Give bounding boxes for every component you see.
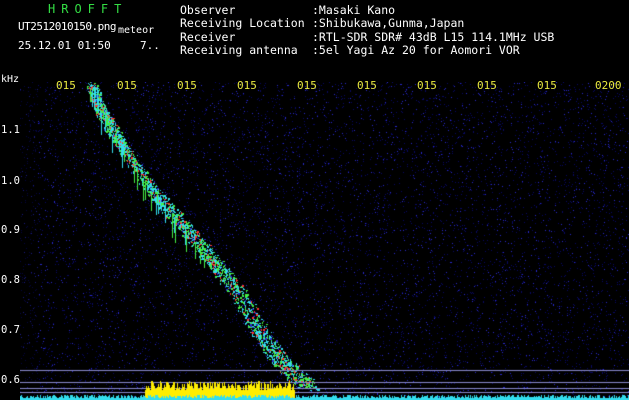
time-tick-label: 015 xyxy=(56,79,76,92)
freq-tick-label: 0.9 xyxy=(1,224,20,236)
time-tick-label: 015 xyxy=(177,79,197,92)
time-tick-label: 015 xyxy=(417,79,437,92)
freq-unit-label: kHz xyxy=(1,74,20,85)
timestamp: 25.12.01 01:50 xyxy=(18,39,111,52)
time-tick-label: 015 xyxy=(117,79,137,92)
file-name: UT2512010150.png xyxy=(18,20,116,33)
freq-tick-label: 1.1 xyxy=(1,124,20,136)
time-tick-label: 0200 xyxy=(595,79,622,92)
hrofft-window: HROFFT UT2512010150.png meteor 25.12.01 … xyxy=(0,0,629,400)
spectrogram-canvas xyxy=(20,82,629,400)
info-value: :Shibukawa,Gunma,Japan xyxy=(312,16,465,31)
time-tick-label: 015 xyxy=(237,79,257,92)
info-row-antenna: Receiving antenna :5el Yagi Az 20 for Ao… xyxy=(180,43,554,58)
station-info: Observer :Masaki Kano Receiving Location… xyxy=(180,3,555,58)
freq-tick-label: 1.0 xyxy=(1,175,20,187)
meteor-tag: meteor xyxy=(118,25,155,36)
freq-tick-label: 0.8 xyxy=(1,274,20,286)
time-tick-label: 015 xyxy=(477,79,497,92)
info-value: :Masaki Kano xyxy=(312,3,396,17)
app-title: HROFFT xyxy=(48,2,128,16)
info-value: :RTL-SDR SDR# 43dB L15 114.1MHz USB xyxy=(312,29,555,44)
info-row-observer: Observer :Masaki Kano xyxy=(180,3,554,17)
info-row-receiver: Receiver :RTL-SDR SDR# 43dB L15 114.1MHz… xyxy=(180,29,555,44)
info-label: Receiver xyxy=(180,29,236,44)
freq-tick-label: 0.6 xyxy=(1,374,20,386)
info-label: Receiving Location xyxy=(180,16,305,31)
time-tick-label: 015 xyxy=(537,79,557,92)
info-row-location: Receiving Location :Shibukawa,Gunma,Japa… xyxy=(180,16,554,31)
info-label: Observer xyxy=(180,3,236,17)
time-tick-label: 015 xyxy=(357,79,377,92)
time-tick-label: 015 xyxy=(297,79,317,92)
meteor-count: 7.. xyxy=(140,39,160,52)
info-value: :5el Yagi Az 20 for Aomori VOR xyxy=(312,43,520,58)
info-label: Receiving antenna xyxy=(180,43,298,58)
freq-tick-label: 0.7 xyxy=(1,324,20,336)
